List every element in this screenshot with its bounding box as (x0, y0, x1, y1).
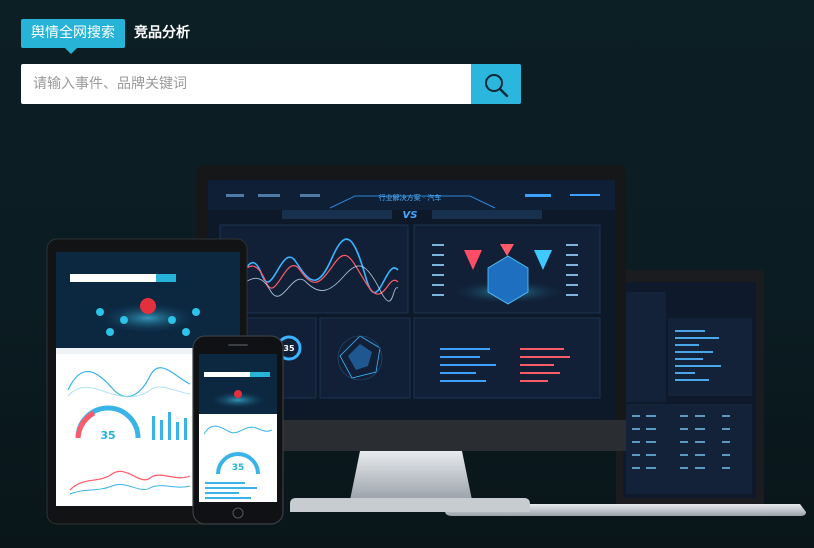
device-mockups: 行业解决方案 · 汽车 VS 35 35 35 (46, 165, 806, 525)
monitor-gauge-value: 35 (283, 344, 295, 353)
monitor-title: 行业解决方案 · 汽车 (379, 193, 442, 202)
device-showcase: 行业解决方案 · 汽车 VS 35 35 35 (0, 0, 814, 548)
vs-label: VS (403, 210, 418, 221)
phone-gauge-value: 35 (232, 463, 245, 473)
tablet-gauge-value: 35 (100, 429, 115, 442)
